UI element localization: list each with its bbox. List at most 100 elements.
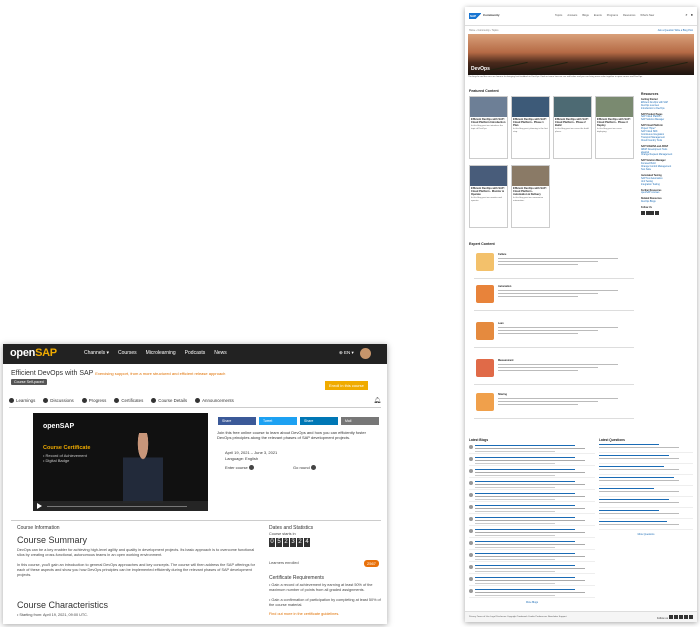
nav-blogs[interactable]: Blogs (582, 14, 589, 17)
summary-para-1: DevOps can be a key enabler for achievin… (17, 548, 255, 557)
arrow-icon (248, 465, 254, 471)
more-blogs-link[interactable]: More Blogs (469, 601, 595, 604)
video-progress[interactable] (47, 505, 187, 507)
blog-item[interactable] (469, 456, 595, 467)
share-facebook-button[interactable]: Share (218, 417, 256, 425)
social-icon[interactable] (679, 615, 683, 619)
question-item[interactable] (599, 464, 693, 476)
community-label[interactable]: Community (483, 13, 500, 17)
feature-card[interactable]: Efficient DevOps with SAP: Cloud Platfor… (595, 96, 634, 159)
sap-logo[interactable]: SAP (469, 13, 481, 19)
blog-item[interactable] (469, 468, 595, 479)
question-item[interactable] (599, 508, 693, 520)
nav-courses[interactable]: Courses (118, 350, 137, 356)
nav-topics[interactable]: Topics (555, 14, 562, 17)
tab-certificates[interactable]: Certificates (114, 398, 143, 403)
social-icon[interactable] (674, 615, 678, 619)
resource-link[interactable]: Cloud Foundry Tools (641, 140, 693, 143)
feature-card[interactable]: Efficient DevOps with SAP: Cloud Platfor… (469, 96, 508, 159)
nav-answers[interactable]: Answers (567, 14, 577, 17)
resource-link[interactable]: openSAP courses (641, 192, 693, 195)
header-actions[interactable]: Ask a Question Write a Blog Post (658, 29, 693, 32)
opensap-screenshot: openSAP Channels ▾ Courses Microlearning… (3, 344, 387, 624)
learnings-icon (9, 398, 14, 403)
blog-item[interactable] (469, 564, 595, 575)
share-mail-button[interactable]: Mail (341, 417, 379, 425)
question-item[interactable] (599, 475, 693, 487)
video-controls[interactable] (33, 501, 208, 511)
nav-channels[interactable]: Channels ▾ (84, 350, 109, 356)
nav-whats-new[interactable]: What's New (640, 14, 654, 17)
opensap-logo[interactable]: openSAP (10, 347, 57, 359)
footer-links[interactable]: Privacy Terms of Use Legal Disclosure Co… (469, 616, 566, 619)
blog-item[interactable] (469, 528, 595, 539)
expert-item[interactable]: Lean (474, 320, 634, 348)
social-icon[interactable] (654, 211, 659, 216)
nav-resources[interactable]: Resources (623, 14, 635, 17)
question-item[interactable] (599, 519, 693, 531)
social-icon[interactable] (645, 211, 650, 216)
countdown-digit: 4 (304, 538, 310, 547)
share-twitter-button[interactable]: Tweet (259, 417, 297, 425)
tab-course-details[interactable]: Course Details (151, 398, 187, 403)
blog-item[interactable] (469, 540, 595, 551)
more-questions-link[interactable]: More Questions (599, 533, 693, 536)
question-item[interactable] (599, 453, 693, 465)
tab-discussions[interactable]: Discussions (43, 398, 74, 403)
expert-item[interactable]: Sharing (474, 391, 634, 419)
video-player[interactable]: openSAP Course Certificate • Record of A… (33, 413, 208, 511)
social-icon[interactable] (650, 211, 655, 216)
expert-item[interactable]: Automation (474, 283, 634, 311)
social-icon[interactable] (669, 615, 673, 619)
resource-link[interactable]: Test Suite (641, 169, 693, 172)
search-icon[interactable]: ⌕ (685, 12, 687, 16)
question-item[interactable] (599, 442, 693, 454)
site-header: SAP Community Topics Answers Blogs Event… (465, 7, 697, 26)
play-icon[interactable] (37, 503, 42, 509)
bell-icon[interactable]: 🔔︎ (373, 397, 381, 404)
blog-item[interactable] (469, 516, 595, 527)
feature-card[interactable]: Efficient DevOps with SAP: Cloud Platfor… (511, 96, 550, 159)
expert-item[interactable]: Measurement (474, 357, 634, 385)
language-selector[interactable]: ⊕ EN ▾ (339, 350, 354, 356)
feature-card[interactable]: Efficient DevOps with SAP: Cloud Platfor… (511, 165, 550, 228)
social-icon[interactable] (641, 211, 645, 216)
social-icon[interactable] (684, 615, 688, 619)
tab-progress[interactable]: Progress (81, 398, 106, 403)
feature-card[interactable]: Efficient DevOps with SAP: Cloud Platfor… (553, 96, 592, 159)
enter-course-link[interactable]: Enter course (225, 465, 254, 471)
blog-item[interactable] (469, 444, 595, 455)
blog-item[interactable] (469, 576, 595, 587)
nav-podcasts[interactable]: Podcasts (185, 350, 206, 356)
blog-item[interactable] (469, 492, 595, 503)
feature-card[interactable]: Efficient DevOps with SAP: Cloud Platfor… (469, 165, 508, 228)
question-item[interactable] (599, 486, 693, 498)
cert-guidelines-link[interactable]: Find out more in the certificate guideli… (269, 612, 381, 617)
tab-learnings[interactable]: Learnings (9, 398, 35, 403)
share-linkedin-button[interactable]: Share (300, 417, 338, 425)
main-nav: Topics Answers Blogs Events Programs Res… (555, 14, 654, 17)
nav-microlearning[interactable]: Microlearning (146, 350, 176, 356)
blog-item[interactable] (469, 552, 595, 563)
enroll-button[interactable]: Enroll in this course (325, 381, 368, 390)
resource-link[interactable]: Integration Testing (641, 184, 693, 187)
user-icon[interactable]: ● (691, 12, 693, 16)
blog-item[interactable] (469, 504, 595, 515)
question-item[interactable] (599, 497, 693, 509)
nav-events[interactable]: Events (594, 14, 602, 17)
resource-link[interactable]: Introduction to DevOps (641, 108, 693, 111)
go-round-link[interactable]: Go round (293, 465, 316, 471)
nav-news[interactable]: News (214, 350, 227, 356)
avatar[interactable] (360, 348, 371, 359)
resource-link[interactable]: DevOps Blogs (641, 201, 693, 204)
tab-announcements[interactable]: Announcements (195, 398, 234, 403)
social-icon[interactable] (689, 615, 693, 619)
resource-link[interactable]: Change Request Management (641, 154, 693, 157)
nav-programs[interactable]: Programs (607, 14, 618, 17)
resource-link[interactable]: SAP Solution Manager (641, 119, 693, 122)
blog-item[interactable] (469, 480, 595, 491)
blog-item[interactable] (469, 588, 595, 599)
expert-item[interactable]: Culture (474, 251, 634, 279)
breadcrumb[interactable]: Home › Community › Topics (469, 29, 498, 32)
characteristics-item: • Starting from: April 19, 2021, 09:00 U… (17, 613, 88, 617)
